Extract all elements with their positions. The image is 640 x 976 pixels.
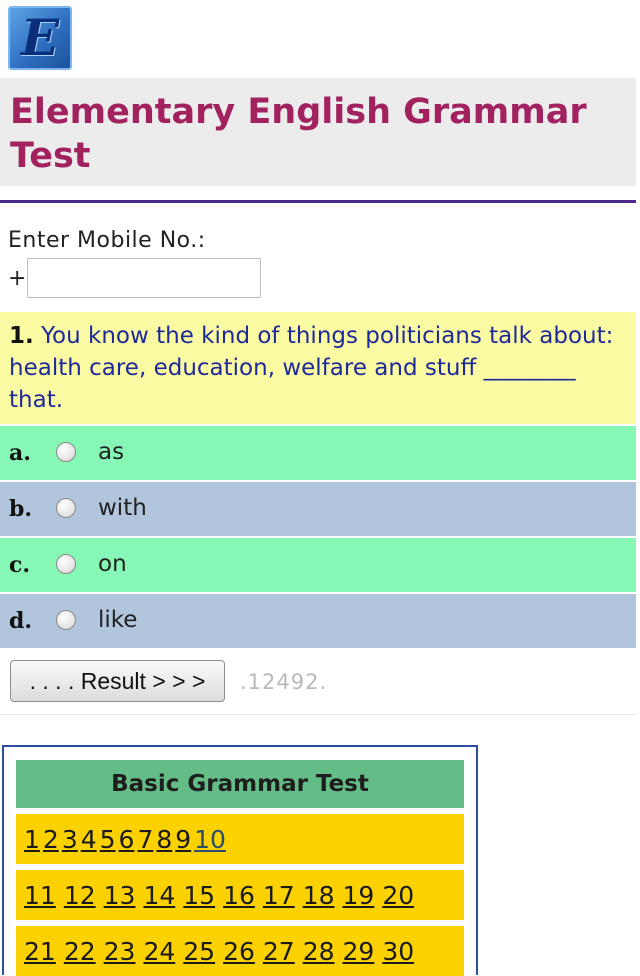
option-letter: d. <box>9 608 33 634</box>
radio-button[interactable] <box>56 554 76 574</box>
test-link[interactable]: 19 <box>343 881 375 910</box>
test-link[interactable]: 12 <box>64 881 96 910</box>
option-b[interactable]: b. with <box>0 482 636 536</box>
result-code: .12492. <box>240 670 328 694</box>
test-link[interactable]: 20 <box>382 881 414 910</box>
test-link[interactable]: 29 <box>343 937 375 966</box>
option-a[interactable]: a. as <box>0 426 636 480</box>
test-link[interactable]: 28 <box>303 937 335 966</box>
test-link[interactable]: 23 <box>104 937 136 966</box>
result-button[interactable]: . . . . Result > > > <box>10 660 225 702</box>
test-link[interactable]: 6 <box>119 825 135 854</box>
test-link[interactable]: 8 <box>156 825 172 854</box>
page-header: Elementary English Grammar Test <box>0 78 636 186</box>
radio-button[interactable] <box>56 498 76 518</box>
logo-letter: E <box>20 8 60 67</box>
test-link[interactable]: 13 <box>104 881 136 910</box>
question-text: 1. You know the kind of things politicia… <box>0 312 636 424</box>
test-link[interactable]: 25 <box>183 937 215 966</box>
mobile-label: Enter Mobile No.: <box>8 228 206 253</box>
test-link[interactable]: 3 <box>62 825 78 854</box>
option-text[interactable]: as <box>98 439 124 465</box>
test-link[interactable]: 5 <box>100 825 116 854</box>
test-link[interactable]: 2 <box>43 825 59 854</box>
option-letter: c. <box>9 552 31 578</box>
option-text[interactable]: on <box>98 551 127 577</box>
test-link[interactable]: 4 <box>81 825 97 854</box>
test-link[interactable]: 22 <box>64 937 96 966</box>
site-logo[interactable]: E <box>8 6 72 70</box>
test-links-row-3: 21 22 23 24 25 26 27 28 29 30 <box>16 926 464 976</box>
test-link[interactable]: 24 <box>143 937 175 966</box>
test-link[interactable]: 7 <box>137 825 153 854</box>
option-letter: a. <box>9 440 31 466</box>
question-body: You know the kind of things politicians … <box>9 323 614 413</box>
test-link[interactable]: 30 <box>382 937 414 966</box>
test-link[interactable]: 15 <box>183 881 215 910</box>
section-divider <box>0 714 636 715</box>
radio-button[interactable] <box>56 610 76 630</box>
option-d[interactable]: d. like <box>0 594 636 648</box>
test-link[interactable]: 17 <box>263 881 295 910</box>
radio-button[interactable] <box>56 442 76 462</box>
question-number: 1. <box>9 323 34 349</box>
test-link[interactable]: 18 <box>303 881 335 910</box>
test-link[interactable]: 14 <box>143 881 175 910</box>
mobile-number-input[interactable] <box>27 258 261 298</box>
test-link[interactable]: 1 <box>24 825 40 854</box>
test-link[interactable]: 9 <box>175 825 191 854</box>
option-text[interactable]: like <box>98 607 137 633</box>
test-link[interactable]: 26 <box>223 937 255 966</box>
panel-heading: Basic Grammar Test <box>16 760 464 808</box>
option-c[interactable]: c. on <box>0 538 636 592</box>
test-link[interactable]: 16 <box>223 881 255 910</box>
test-link[interactable]: 27 <box>263 937 295 966</box>
option-text[interactable]: with <box>98 495 147 521</box>
test-links-row-1: 1 2 3 4 5 6 7 8 9 10 <box>16 814 464 864</box>
test-link[interactable]: 21 <box>24 937 56 966</box>
test-link[interactable]: 11 <box>24 881 56 910</box>
mobile-prefix: + <box>8 266 27 291</box>
test-links-row-2: 11 12 13 14 15 16 17 18 19 20 <box>16 870 464 920</box>
page-title: Elementary English Grammar Test <box>10 92 587 176</box>
test-link[interactable]: 10 <box>194 825 226 854</box>
option-letter: b. <box>9 496 33 522</box>
title-divider <box>0 200 636 203</box>
